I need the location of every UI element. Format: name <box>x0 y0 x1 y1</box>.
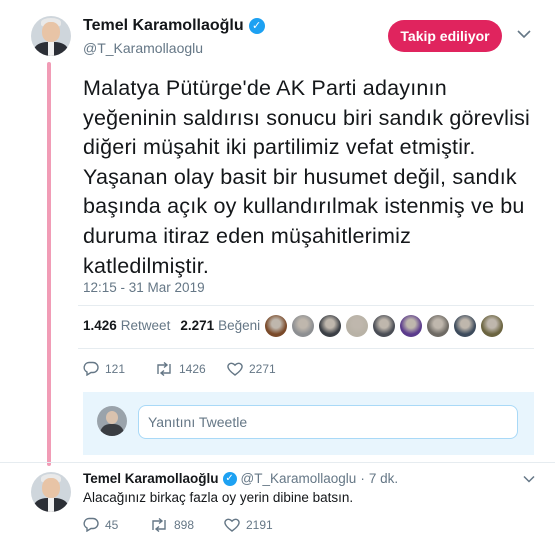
retweet-action-count: 898 <box>174 517 195 532</box>
chevron-down-icon[interactable] <box>517 26 531 42</box>
like-action[interactable]: 2191 <box>224 518 273 532</box>
like-action[interactable]: 2271 <box>227 362 276 376</box>
liker-avatar[interactable] <box>454 315 476 337</box>
liker-avatar[interactable] <box>346 315 368 337</box>
like-label[interactable]: Beğeni <box>218 318 260 333</box>
reply-tweet-actions: 45 898 2191 <box>83 517 273 532</box>
reply-author-avatar[interactable] <box>31 472 71 512</box>
verified-badge-icon: ✓ <box>248 18 265 34</box>
reply-icon[interactable] <box>83 517 99 532</box>
reply-action[interactable]: 45 <box>83 517 150 532</box>
divider <box>78 305 534 306</box>
reply-icon[interactable] <box>83 361 99 376</box>
liker-avatar[interactable] <box>292 315 314 337</box>
like-count[interactable]: 2.271 <box>180 318 214 333</box>
author-avatar[interactable] <box>31 16 71 56</box>
chevron-down-icon[interactable] <box>523 472 535 486</box>
tweet-timestamp[interactable]: 12:15 - 31 Mar 2019 <box>83 280 205 295</box>
liker-avatar[interactable] <box>427 315 449 337</box>
tweet-text: Malatya Pütürge'de AK Parti adayının yeğ… <box>83 76 530 278</box>
reply-count: 45 <box>105 517 119 532</box>
reply-author-name[interactable]: Temel Karamollaoğlu <box>83 471 219 486</box>
liker-avatar[interactable] <box>373 315 395 337</box>
tweet-stats: 1.426 Retweet 2.271 Beğeni <box>83 318 260 333</box>
retweet-icon[interactable] <box>150 517 168 532</box>
retweet-action-count: 1426 <box>179 361 206 376</box>
retweet-action[interactable]: 898 <box>150 517 224 532</box>
retweet-label[interactable]: Retweet <box>121 318 171 333</box>
author-name[interactable]: Temel Karamollaoğlu <box>83 17 244 35</box>
like-action-count: 2271 <box>249 361 276 376</box>
like-action-count: 2191 <box>246 517 273 532</box>
reply-input[interactable]: Yanıtını Tweetle <box>138 405 518 439</box>
liker-avatar[interactable] <box>400 315 422 337</box>
verified-badge-icon: ✓ <box>222 471 237 486</box>
liker-avatars <box>265 315 503 337</box>
liker-avatar[interactable] <box>481 315 503 337</box>
reply-time[interactable]: 7 dk. <box>369 471 398 486</box>
tweet-actions: 121 1426 2271 <box>83 361 276 376</box>
reply-count: 121 <box>105 361 126 376</box>
current-user-avatar <box>97 406 127 436</box>
liker-avatar[interactable] <box>265 315 287 337</box>
divider <box>0 462 555 463</box>
heart-icon[interactable] <box>224 518 240 532</box>
divider <box>78 348 534 349</box>
reply-author-row[interactable]: Temel Karamollaoğlu ✓ @T_Karamollaoglu ·… <box>83 471 398 486</box>
heart-icon[interactable] <box>227 362 243 376</box>
following-button[interactable]: Takip ediliyor <box>388 20 502 52</box>
author-name-row[interactable]: Temel Karamollaoğlu ✓ <box>83 17 265 35</box>
author-handle[interactable]: @T_Karamollaoglu <box>83 40 203 56</box>
reply-action[interactable]: 121 <box>83 361 155 376</box>
liker-avatar[interactable] <box>319 315 341 337</box>
retweet-count[interactable]: 1.426 <box>83 318 117 333</box>
reply-author-handle[interactable]: @T_Karamollaoglu <box>241 471 357 486</box>
separator-dot: · <box>360 471 365 486</box>
retweet-icon[interactable] <box>155 361 173 376</box>
retweet-action[interactable]: 1426 <box>155 361 227 376</box>
reply-tweet-text: Alacağınız birkaç fazla oy yerin dibine … <box>83 490 354 505</box>
thread-line <box>47 62 51 466</box>
